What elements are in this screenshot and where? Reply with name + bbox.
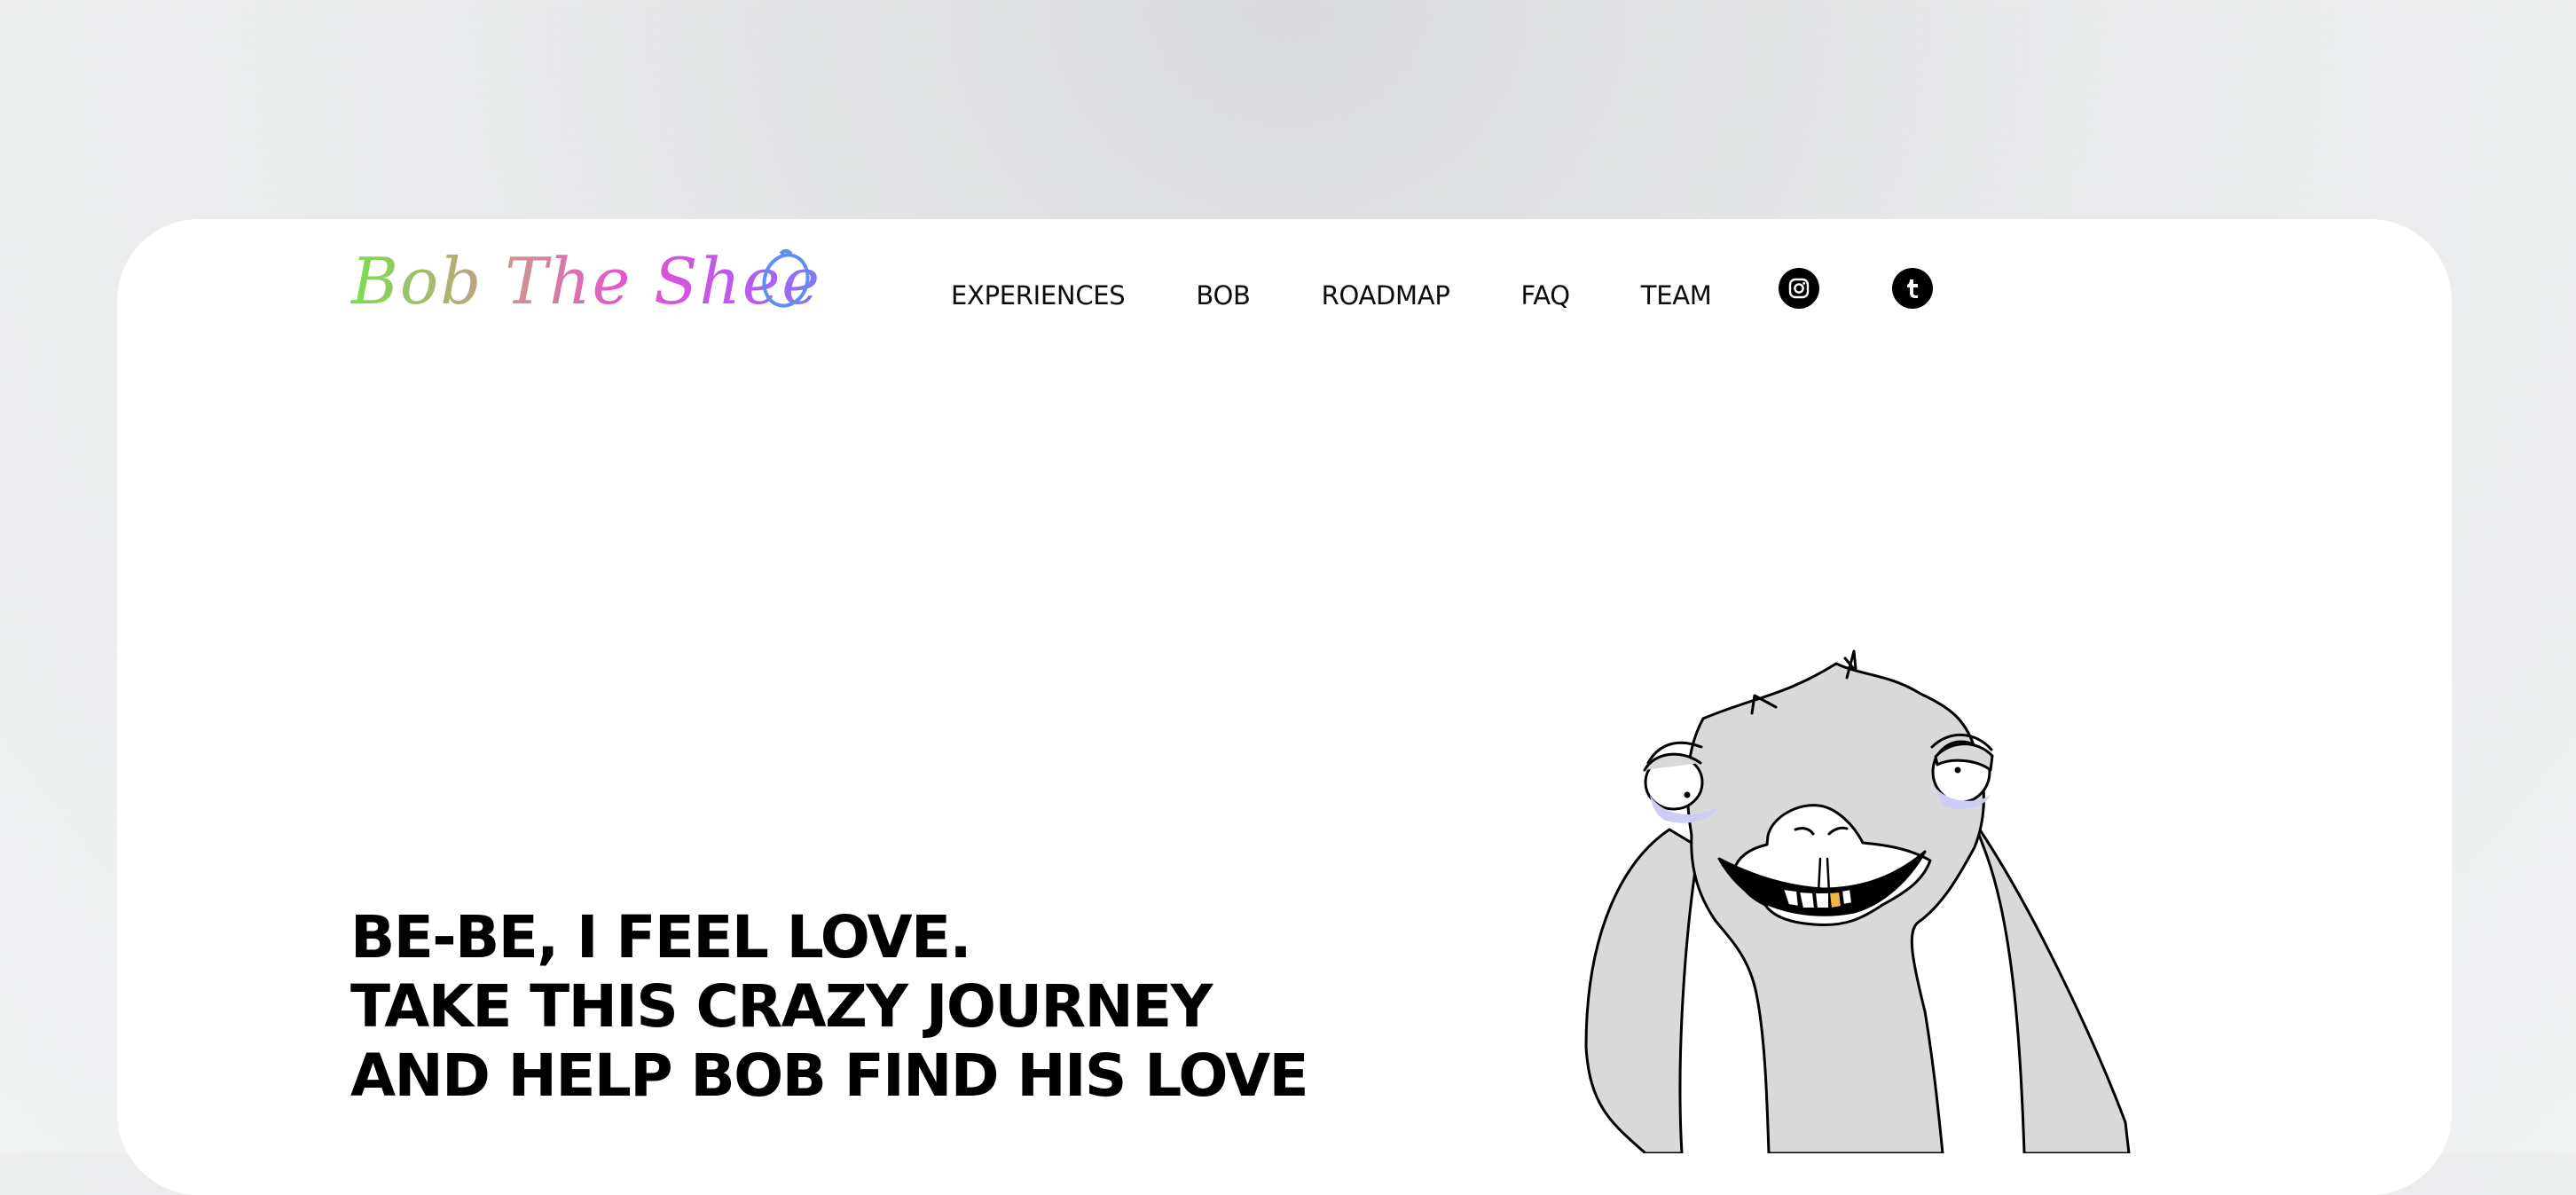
sheep-gold-tooth [1828, 891, 1842, 909]
hero-line-2: TAKE THIS CRAZY JOURNEY [350, 972, 1213, 1041]
instagram-icon [1788, 278, 1810, 299]
hero-line-1: BE-BE, I FEEL LOVE. [350, 903, 972, 971]
sheep-right-ear [1972, 819, 2131, 1153]
nav-link-roadmap[interactable]: ROADMAP [1322, 280, 1450, 311]
instagram-link[interactable] [1779, 268, 1819, 309]
tumblr-link[interactable] [1892, 268, 1933, 309]
brand-logo[interactable]: Bob The Sheep [348, 241, 818, 323]
tumblr-icon [1907, 279, 1918, 298]
sheep-illustration [1584, 649, 2131, 1153]
nav-link-bob[interactable]: BOB [1196, 280, 1251, 311]
sheep-left-ear [1584, 828, 1700, 1153]
hero-line-3: AND HELP BOB FIND HIS LOVE [350, 1042, 1309, 1110]
main-nav: EXPERIENCES BOB ROADMAP FAQ TEAM [951, 280, 1783, 311]
nav-link-team[interactable]: TEAM [1641, 280, 1712, 311]
nav-link-faq[interactable]: FAQ [1521, 280, 1571, 311]
hero-headline: BE-BE, I FEEL LOVE. TAKE THIS CRAZY JOUR… [350, 903, 1309, 1111]
nav-link-experiences[interactable]: EXPERIENCES [951, 280, 1126, 311]
brand-logo-text: Bob The Sheep [349, 244, 818, 318]
